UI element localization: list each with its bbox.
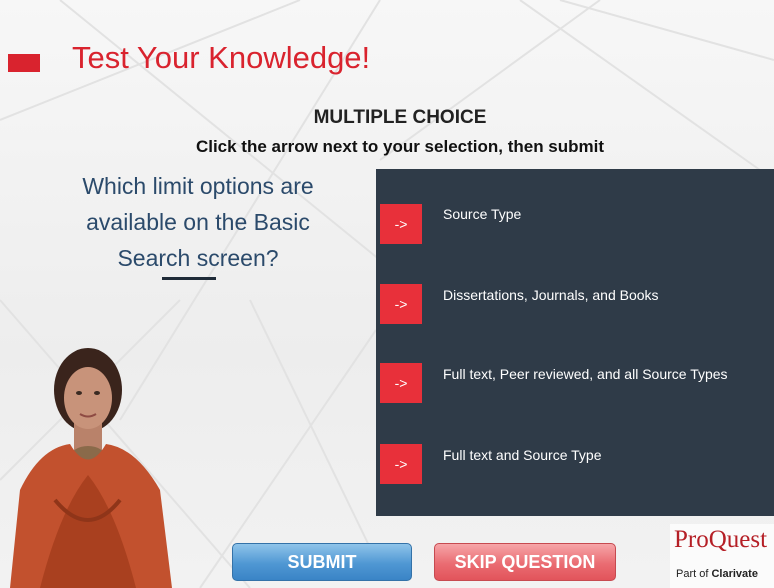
logo-wordmark: ProQuest (674, 526, 768, 553)
option-4-arrow-button[interactable]: -> (380, 444, 422, 484)
logo-tagline-brand: Clarivate (711, 568, 758, 580)
instruction-text: Click the arrow next to your selection, … (195, 137, 605, 156)
page-title: Test Your Knowledge! (72, 40, 371, 75)
question-text: Which limit options are available on the… (82, 173, 314, 271)
title-accent-bar (8, 54, 40, 72)
logo-tagline-prefix: Part of (676, 568, 709, 580)
question-divider (162, 277, 216, 280)
option-1-label: Source Type (443, 206, 522, 222)
option-3-label: Full text, Peer reviewed, and all Source… (443, 366, 728, 382)
option-1-arrow-button[interactable]: -> (380, 204, 422, 244)
proquest-logo: ProQuest Part of Clarivate (670, 524, 774, 588)
option-2-arrow-button[interactable]: -> (380, 284, 422, 324)
option-2-label: Dissertations, Journals, and Books (443, 287, 659, 303)
submit-button[interactable]: SUBMIT (232, 543, 412, 581)
option-3-arrow-button[interactable]: -> (380, 363, 422, 403)
presenter-image (10, 348, 172, 588)
option-4-label: Full text and Source Type (443, 447, 602, 463)
question-type-label: MULTIPLE CHOICE (313, 107, 487, 128)
logo-tagline: Part of Clarivate (676, 568, 758, 580)
skip-question-button[interactable]: SKIP QUESTION (434, 543, 616, 581)
